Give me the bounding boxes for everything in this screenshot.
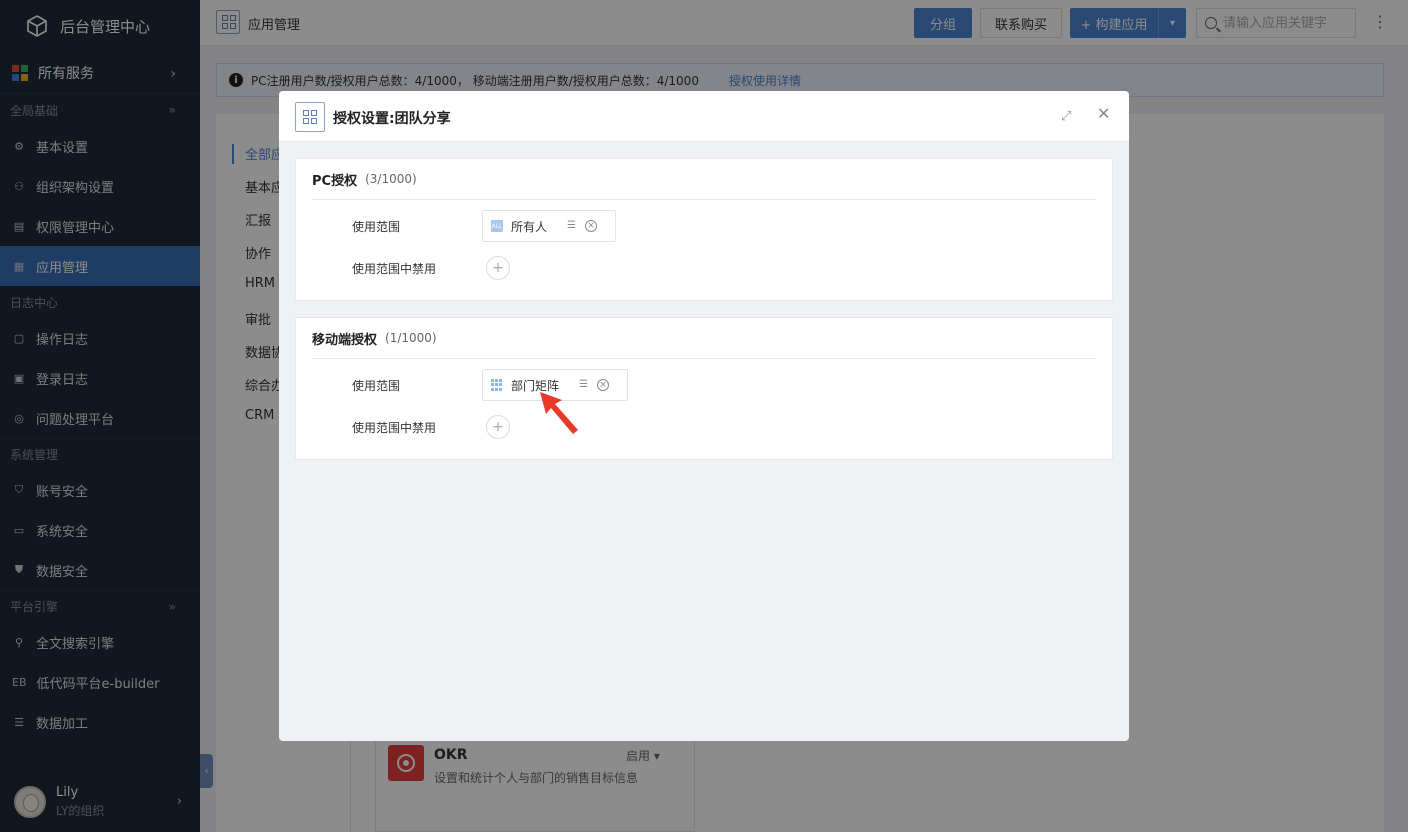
add-button[interactable]: + bbox=[486, 256, 510, 280]
modal-header: 授权设置:团队分享 ⤢ ✕ bbox=[279, 91, 1129, 142]
scope-row: 使用范围 部门矩阵 ☰ × bbox=[296, 359, 1112, 401]
filter-settings-icon[interactable]: ☰ bbox=[579, 380, 593, 390]
disabled-scope-label: 使用范围中禁用 bbox=[352, 421, 437, 435]
disabled-scope-row: 使用范围中禁用 + bbox=[296, 242, 1112, 284]
all-users-icon: ALL bbox=[491, 220, 503, 232]
scope-tag-everyone[interactable]: ALL 所有人 ☰ × bbox=[482, 210, 616, 242]
expand-icon[interactable]: ⤢ bbox=[1061, 109, 1075, 124]
panel-header: PC授权 (3/1000) bbox=[312, 159, 1096, 200]
panel-count: (3/1000) bbox=[365, 172, 417, 186]
close-icon[interactable]: ✕ bbox=[1097, 106, 1111, 122]
panel-header: 移动端授权 (1/1000) bbox=[312, 318, 1096, 359]
modal-title: 授权设置:团队分享 bbox=[333, 111, 451, 127]
auth-settings-modal: 授权设置:团队分享 ⤢ ✕ PC授权 (3/1000) 使用范围 ALL 所有人… bbox=[279, 91, 1129, 741]
mobile-auth-panel: 移动端授权 (1/1000) 使用范围 部门矩阵 ☰ × 使用范围中禁用 + bbox=[295, 317, 1113, 460]
matrix-grid-icon bbox=[491, 379, 503, 391]
remove-icon[interactable]: × bbox=[597, 379, 610, 391]
red-arrow-annotation-icon bbox=[540, 392, 578, 434]
filter-settings-icon[interactable]: ☰ bbox=[567, 221, 581, 231]
scope-row: 使用范围 ALL 所有人 ☰ × bbox=[296, 200, 1112, 242]
add-button[interactable]: + bbox=[486, 415, 510, 439]
disabled-scope-row: 使用范围中禁用 + bbox=[296, 401, 1112, 443]
remove-icon[interactable]: × bbox=[585, 220, 598, 232]
scope-tag-label: 所有人 bbox=[511, 219, 548, 234]
panel-count: (1/1000) bbox=[385, 331, 437, 345]
scope-label: 使用范围 bbox=[352, 379, 401, 393]
disabled-scope-label: 使用范围中禁用 bbox=[352, 262, 437, 276]
panel-title: PC授权 bbox=[312, 173, 358, 189]
scope-label: 使用范围 bbox=[352, 220, 401, 234]
panel-title: 移动端授权 bbox=[312, 332, 378, 348]
pc-auth-panel: PC授权 (3/1000) 使用范围 ALL 所有人 ☰ × 使用范围中禁用 + bbox=[295, 158, 1113, 301]
app-grid-icon bbox=[295, 102, 325, 132]
